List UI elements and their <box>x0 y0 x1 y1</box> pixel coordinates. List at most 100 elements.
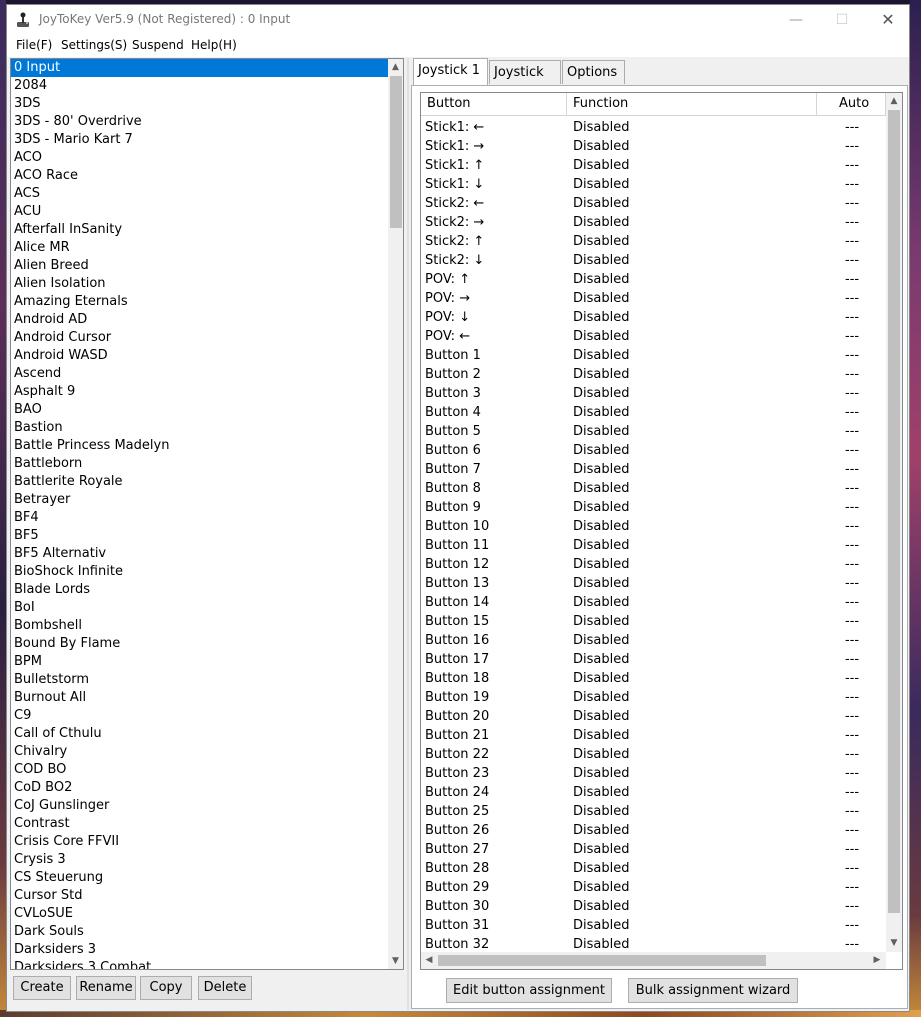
table-row[interactable]: Button 12 Disabled --- <box>421 555 886 574</box>
profile-list-item[interactable]: Blade Lords <box>11 581 388 599</box>
table-row[interactable]: POV: → Disabled --- <box>421 289 886 308</box>
scroll-down-arrow-icon[interactable]: ▼ <box>886 935 902 951</box>
profile-list-item[interactable]: CS Steuerung <box>11 869 388 887</box>
table-row[interactable]: POV: ↓ Disabled --- <box>421 308 886 327</box>
table-row[interactable]: Button 21 Disabled --- <box>421 726 886 745</box>
profile-list-item[interactable]: BF5 <box>11 527 388 545</box>
table-row[interactable]: Stick1: ← Disabled --- <box>421 118 886 137</box>
profile-list-item[interactable]: Contrast <box>11 815 388 833</box>
table-row[interactable]: Button 29 Disabled --- <box>421 878 886 897</box>
profile-list-item[interactable]: BPM <box>11 653 388 671</box>
profile-list-item[interactable]: Darksiders 3 Combat <box>11 959 388 969</box>
profile-list-item[interactable]: 3DS <box>11 95 388 113</box>
table-row[interactable]: Button 18 Disabled --- <box>421 669 886 688</box>
profile-list-item[interactable]: Afterfall InSanity <box>11 221 388 239</box>
profile-list-item[interactable]: 3DS - 80' Overdrive <box>11 113 388 131</box>
profile-list-item[interactable]: Crysis 3 <box>11 851 388 869</box>
edit-button-assignment-button[interactable]: Edit button assignment <box>446 978 612 1003</box>
scroll-left-arrow-icon[interactable]: ◀ <box>421 952 437 969</box>
profile-list-item[interactable]: COD BO <box>11 761 388 779</box>
table-row[interactable]: Button 13 Disabled --- <box>421 574 886 593</box>
close-button[interactable]: ✕ <box>865 5 911 35</box>
table-row[interactable]: Stick2: ↓ Disabled --- <box>421 251 886 270</box>
profile-list-item[interactable]: Battleborn <box>11 455 388 473</box>
table-row[interactable]: POV: ↑ Disabled --- <box>421 270 886 289</box>
tab-joystick-1[interactable]: Joystick 1 <box>413 58 488 85</box>
table-row[interactable]: Stick2: ↑ Disabled --- <box>421 232 886 251</box>
menu-help[interactable]: Help(H) <box>191 38 237 52</box>
profile-list-item[interactable]: Betrayer <box>11 491 388 509</box>
profile-list-item[interactable]: Darksiders 3 <box>11 941 388 959</box>
profile-list-item[interactable]: Android AD <box>11 311 388 329</box>
maximize-button[interactable]: ☐ <box>819 5 865 35</box>
bulk-assignment-wizard-button[interactable]: Bulk assignment wizard <box>628 978 798 1003</box>
table-row[interactable]: Button 30 Disabled --- <box>421 897 886 916</box>
table-row[interactable]: Button 16 Disabled --- <box>421 631 886 650</box>
profile-list-item[interactable]: 3DS - Mario Kart 7 <box>11 131 388 149</box>
scroll-down-arrow-icon[interactable]: ▼ <box>388 953 403 969</box>
column-button[interactable]: Button <box>421 93 567 115</box>
table-row[interactable]: Button 25 Disabled --- <box>421 802 886 821</box>
table-row[interactable]: Button 26 Disabled --- <box>421 821 886 840</box>
table-row[interactable]: Button 10 Disabled --- <box>421 517 886 536</box>
table-row[interactable]: Button 24 Disabled --- <box>421 783 886 802</box>
table-row[interactable]: Stick1: ↓ Disabled --- <box>421 175 886 194</box>
profile-list-item[interactable]: C9 <box>11 707 388 725</box>
table-row[interactable]: Stick1: → Disabled --- <box>421 137 886 156</box>
table-row[interactable]: Button 9 Disabled --- <box>421 498 886 517</box>
table-row[interactable]: Button 5 Disabled --- <box>421 422 886 441</box>
table-row[interactable]: Button 14 Disabled --- <box>421 593 886 612</box>
profile-list-item[interactable]: BF5 Alternativ <box>11 545 388 563</box>
table-row[interactable]: Button 1 Disabled --- <box>421 346 886 365</box>
table-row[interactable]: Button 19 Disabled --- <box>421 688 886 707</box>
scroll-up-arrow-icon[interactable]: ▲ <box>886 93 902 109</box>
profile-list-item[interactable]: Alien Isolation <box>11 275 388 293</box>
table-row[interactable]: Stick2: ← Disabled --- <box>421 194 886 213</box>
profile-list-item[interactable]: CoD BO2 <box>11 779 388 797</box>
tab-joystick-2[interactable]: Joystick 2 <box>489 60 561 104</box>
table-row[interactable]: Button 20 Disabled --- <box>421 707 886 726</box>
menu-suspend[interactable]: Suspend <box>132 38 184 52</box>
create-button[interactable]: Create <box>13 976 71 1000</box>
menu-file[interactable]: File(F) <box>16 38 52 52</box>
profile-list-scrollbar[interactable]: ▲ ▼ <box>388 59 403 969</box>
profile-list-item[interactable]: 0 Input <box>11 59 388 77</box>
profile-list-item[interactable]: Bastion <box>11 419 388 437</box>
profile-list-item[interactable]: CoJ Gunslinger <box>11 797 388 815</box>
profile-list-item[interactable]: Chivalry <box>11 743 388 761</box>
profile-list-item[interactable]: ACU <box>11 203 388 221</box>
table-row[interactable]: Button 31 Disabled --- <box>421 916 886 935</box>
table-row[interactable]: Button 15 Disabled --- <box>421 612 886 631</box>
profile-list-item[interactable]: Alice MR <box>11 239 388 257</box>
scroll-thumb[interactable] <box>438 955 766 966</box>
scroll-thumb[interactable] <box>390 76 402 228</box>
table-row[interactable]: Button 27 Disabled --- <box>421 840 886 859</box>
column-auto[interactable]: Auto <box>817 93 886 115</box>
profile-list-item[interactable]: ACO <box>11 149 388 167</box>
tab-options[interactable]: Options <box>562 60 625 84</box>
profile-list-item[interactable]: Battle Princess Madelyn <box>11 437 388 455</box>
table-row[interactable]: Button 2 Disabled --- <box>421 365 886 384</box>
profile-list-item[interactable]: BAO <box>11 401 388 419</box>
profile-list-item[interactable]: ACO Race <box>11 167 388 185</box>
profile-list-item[interactable]: Bulletstorm <box>11 671 388 689</box>
profile-list-item[interactable]: 2084 <box>11 77 388 95</box>
table-row[interactable]: Button 11 Disabled --- <box>421 536 886 555</box>
table-row[interactable]: Button 4 Disabled --- <box>421 403 886 422</box>
title-bar[interactable]: JoyToKey Ver5.9 (Not Registered) : 0 Inp… <box>7 5 909 35</box>
profile-list-item[interactable]: Burnout All <box>11 689 388 707</box>
profile-list-item[interactable]: Crisis Core FFVII <box>11 833 388 851</box>
table-row[interactable]: Button 17 Disabled --- <box>421 650 886 669</box>
splitter[interactable] <box>407 58 409 1010</box>
profile-list-item[interactable]: Cursor Std <box>11 887 388 905</box>
scroll-up-arrow-icon[interactable]: ▲ <box>388 59 403 75</box>
delete-button[interactable]: Delete <box>198 976 252 1000</box>
column-function[interactable]: Function <box>567 93 817 115</box>
profile-list-item[interactable]: BoI <box>11 599 388 617</box>
grid-vertical-scrollbar[interactable]: ▲ ▼ <box>886 93 902 952</box>
profile-list[interactable]: 0 Input 2084 3DS 3DS - 80' Overdrive 3DS - M… <box>10 58 404 970</box>
table-row[interactable]: Button 28 Disabled --- <box>421 859 886 878</box>
profile-list-item[interactable]: Bombshell <box>11 617 388 635</box>
profile-list-item[interactable]: Android WASD <box>11 347 388 365</box>
table-row[interactable]: Stick1: ↑ Disabled --- <box>421 156 886 175</box>
